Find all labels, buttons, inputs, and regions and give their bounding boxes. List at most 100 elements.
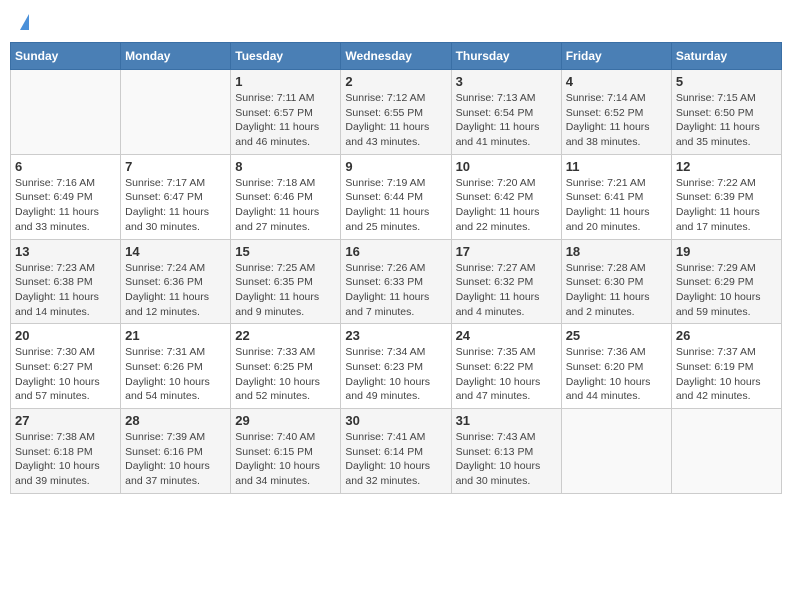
day-info: Sunrise: 7:31 AM Sunset: 6:26 PM Dayligh… [125,345,226,404]
calendar-cell: 10 Sunrise: 7:20 AM Sunset: 6:42 PM Dayli… [451,154,561,239]
calendar-cell: 18 Sunrise: 7:28 AM Sunset: 6:30 PM Dayli… [561,239,671,324]
day-number: 23 [345,328,446,343]
day-info: Sunrise: 7:37 AM Sunset: 6:19 PM Dayligh… [676,345,777,404]
day-number: 30 [345,413,446,428]
day-number: 6 [15,159,116,174]
calendar-table: SundayMondayTuesdayWednesdayThursdayFrid… [10,42,782,494]
calendar-cell [11,70,121,155]
calendar-cell: 31 Sunrise: 7:43 AM Sunset: 6:13 PM Dayli… [451,409,561,494]
day-info: Sunrise: 7:33 AM Sunset: 6:25 PM Dayligh… [235,345,336,404]
calendar-cell [561,409,671,494]
day-number: 29 [235,413,336,428]
day-number: 2 [345,74,446,89]
day-number: 7 [125,159,226,174]
day-number: 25 [566,328,667,343]
calendar-cell: 21 Sunrise: 7:31 AM Sunset: 6:26 PM Dayli… [121,324,231,409]
day-info: Sunrise: 7:26 AM Sunset: 6:33 PM Dayligh… [345,261,446,320]
calendar-cell: 4 Sunrise: 7:14 AM Sunset: 6:52 PM Daylig… [561,70,671,155]
day-number: 27 [15,413,116,428]
day-number: 22 [235,328,336,343]
calendar-cell: 20 Sunrise: 7:30 AM Sunset: 6:27 PM Dayli… [11,324,121,409]
calendar-cell: 27 Sunrise: 7:38 AM Sunset: 6:18 PM Dayli… [11,409,121,494]
calendar-cell: 28 Sunrise: 7:39 AM Sunset: 6:16 PM Dayli… [121,409,231,494]
calendar-cell [121,70,231,155]
calendar-cell: 14 Sunrise: 7:24 AM Sunset: 6:36 PM Dayli… [121,239,231,324]
day-number: 26 [676,328,777,343]
day-info: Sunrise: 7:21 AM Sunset: 6:41 PM Dayligh… [566,176,667,235]
calendar-cell: 29 Sunrise: 7:40 AM Sunset: 6:15 PM Dayli… [231,409,341,494]
day-info: Sunrise: 7:38 AM Sunset: 6:18 PM Dayligh… [15,430,116,489]
day-info: Sunrise: 7:20 AM Sunset: 6:42 PM Dayligh… [456,176,557,235]
day-info: Sunrise: 7:18 AM Sunset: 6:46 PM Dayligh… [235,176,336,235]
weekday-header-wednesday: Wednesday [341,43,451,70]
day-info: Sunrise: 7:14 AM Sunset: 6:52 PM Dayligh… [566,91,667,150]
calendar-header: SundayMondayTuesdayWednesdayThursdayFrid… [11,43,782,70]
day-number: 15 [235,244,336,259]
weekday-header-friday: Friday [561,43,671,70]
calendar-cell: 2 Sunrise: 7:12 AM Sunset: 6:55 PM Daylig… [341,70,451,155]
weekday-header-sunday: Sunday [11,43,121,70]
calendar-cell: 9Sunrise: 7:19 AM Sunset: 6:44 PM Daylig… [341,154,451,239]
day-info: Sunrise: 7:30 AM Sunset: 6:27 PM Dayligh… [15,345,116,404]
day-info: Sunrise: 7:16 AM Sunset: 6:49 PM Dayligh… [15,176,116,235]
day-info: Sunrise: 7:15 AM Sunset: 6:50 PM Dayligh… [676,91,777,150]
day-info: Sunrise: 7:40 AM Sunset: 6:15 PM Dayligh… [235,430,336,489]
day-info: Sunrise: 7:34 AM Sunset: 6:23 PM Dayligh… [345,345,446,404]
calendar-cell: 7 Sunrise: 7:17 AM Sunset: 6:47 PM Daylig… [121,154,231,239]
day-number: 21 [125,328,226,343]
day-number: 20 [15,328,116,343]
day-info: Sunrise: 7:25 AM Sunset: 6:35 PM Dayligh… [235,261,336,320]
day-number: 18 [566,244,667,259]
day-info: Sunrise: 7:36 AM Sunset: 6:20 PM Dayligh… [566,345,667,404]
day-number: 14 [125,244,226,259]
calendar-cell: 16 Sunrise: 7:26 AM Sunset: 6:33 PM Dayli… [341,239,451,324]
day-info: Sunrise: 7:27 AM Sunset: 6:32 PM Dayligh… [456,261,557,320]
day-info: Sunrise: 7:28 AM Sunset: 6:30 PM Dayligh… [566,261,667,320]
calendar-cell: 8 Sunrise: 7:18 AM Sunset: 6:46 PM Daylig… [231,154,341,239]
calendar-cell: 23 Sunrise: 7:34 AM Sunset: 6:23 PM Dayli… [341,324,451,409]
day-info: Sunrise: 7:17 AM Sunset: 6:47 PM Dayligh… [125,176,226,235]
calendar-cell: 12Sunrise: 7:22 AM Sunset: 6:39 PM Dayli… [671,154,781,239]
page-header [10,10,782,34]
calendar-cell: 19 Sunrise: 7:29 AM Sunset: 6:29 PM Dayli… [671,239,781,324]
calendar-cell: 5 Sunrise: 7:15 AM Sunset: 6:50 PM Daylig… [671,70,781,155]
calendar-cell: 3 Sunrise: 7:13 AM Sunset: 6:54 PM Daylig… [451,70,561,155]
calendar-cell: 25 Sunrise: 7:36 AM Sunset: 6:20 PM Dayli… [561,324,671,409]
day-number: 19 [676,244,777,259]
day-info: Sunrise: 7:39 AM Sunset: 6:16 PM Dayligh… [125,430,226,489]
day-number: 16 [345,244,446,259]
day-info: Sunrise: 7:11 AM Sunset: 6:57 PM Dayligh… [235,91,336,150]
calendar-cell: 15 Sunrise: 7:25 AM Sunset: 6:35 PM Dayli… [231,239,341,324]
calendar-cell: 17 Sunrise: 7:27 AM Sunset: 6:32 PM Dayli… [451,239,561,324]
day-info: Sunrise: 7:12 AM Sunset: 6:55 PM Dayligh… [345,91,446,150]
calendar-cell: 11Sunrise: 7:21 AM Sunset: 6:41 PM Dayli… [561,154,671,239]
calendar-cell: 13Sunrise: 7:23 AM Sunset: 6:38 PM Dayli… [11,239,121,324]
weekday-header-tuesday: Tuesday [231,43,341,70]
day-info: Sunrise: 7:29 AM Sunset: 6:29 PM Dayligh… [676,261,777,320]
weekday-header-monday: Monday [121,43,231,70]
day-number: 3 [456,74,557,89]
day-number: 24 [456,328,557,343]
calendar-cell: 24 Sunrise: 7:35 AM Sunset: 6:22 PM Dayli… [451,324,561,409]
calendar-cell: 22 Sunrise: 7:33 AM Sunset: 6:25 PM Dayli… [231,324,341,409]
day-number: 28 [125,413,226,428]
weekday-header-thursday: Thursday [451,43,561,70]
day-number: 13 [15,244,116,259]
calendar-cell [671,409,781,494]
day-info: Sunrise: 7:43 AM Sunset: 6:13 PM Dayligh… [456,430,557,489]
day-number: 17 [456,244,557,259]
day-number: 5 [676,74,777,89]
day-info: Sunrise: 7:13 AM Sunset: 6:54 PM Dayligh… [456,91,557,150]
day-info: Sunrise: 7:35 AM Sunset: 6:22 PM Dayligh… [456,345,557,404]
day-info: Sunrise: 7:22 AM Sunset: 6:39 PM Dayligh… [676,176,777,235]
day-number: 9 [345,159,446,174]
calendar-cell: 30 Sunrise: 7:41 AM Sunset: 6:14 PM Dayli… [341,409,451,494]
day-number: 4 [566,74,667,89]
calendar-cell: 26 Sunrise: 7:37 AM Sunset: 6:19 PM Dayli… [671,324,781,409]
day-info: Sunrise: 7:41 AM Sunset: 6:14 PM Dayligh… [345,430,446,489]
logo-triangle-icon [20,14,29,30]
day-number: 31 [456,413,557,428]
day-info: Sunrise: 7:24 AM Sunset: 6:36 PM Dayligh… [125,261,226,320]
day-number: 8 [235,159,336,174]
day-number: 10 [456,159,557,174]
